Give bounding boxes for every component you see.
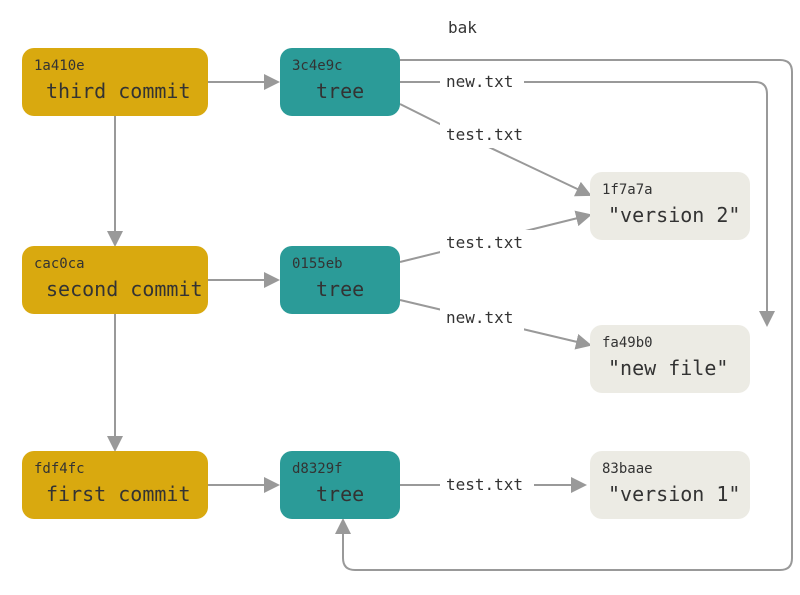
tree1-label: tree [316, 482, 364, 506]
node-commit-first: fdf4fc first commit [22, 451, 208, 519]
commit2-label: second commit [46, 277, 203, 301]
blobv1-label: "version 1" [608, 482, 740, 506]
blobv1-hash: 83baae [602, 461, 653, 477]
edge-label-tree3-new: new.txt [440, 69, 524, 95]
edge-tree3-test-to-blobv2 [400, 104, 590, 195]
edge-label-tree3-test: test.txt [440, 122, 534, 148]
node-tree-first: d8329f tree [280, 451, 400, 519]
commit3-hash: 1a410e [34, 58, 85, 74]
tree2-hash: 0155eb [292, 256, 343, 272]
svg-text:test.txt: test.txt [446, 475, 523, 494]
commit2-hash: cac0ca [34, 256, 85, 272]
edge-label-bak: bak [440, 15, 490, 41]
node-blob-version2: 1f7a7a "version 2" [590, 172, 750, 240]
blobnew-hash: fa49b0 [602, 335, 653, 351]
blobnew-label: "new file" [608, 356, 728, 380]
commit1-label: first commit [46, 482, 191, 506]
svg-text:new.txt: new.txt [446, 72, 513, 91]
tree1-hash: d8329f [292, 461, 343, 477]
svg-text:test.txt: test.txt [446, 125, 523, 144]
tree2-label: tree [316, 277, 364, 301]
node-tree-third: 3c4e9c tree [280, 48, 400, 116]
node-tree-second: 0155eb tree [280, 246, 400, 314]
svg-text:new.txt: new.txt [446, 308, 513, 327]
tree3-hash: 3c4e9c [292, 58, 343, 74]
edge-label-tree2-test: test.txt [440, 230, 534, 256]
edge-label-tree1-test: test.txt [440, 472, 534, 498]
edge-label-tree2-new: new.txt [440, 305, 524, 331]
svg-text:test.txt: test.txt [446, 233, 523, 252]
node-commit-third: 1a410e third commit [22, 48, 208, 116]
tree3-label: tree [316, 79, 364, 103]
node-blob-newfile: fa49b0 "new file" [590, 325, 750, 393]
node-blob-version1: 83baae "version 1" [590, 451, 750, 519]
commit3-label: third commit [46, 79, 191, 103]
node-commit-second: cac0ca second commit [22, 246, 208, 314]
svg-text:bak: bak [448, 18, 477, 37]
blobv2-label: "version 2" [608, 203, 740, 227]
blobv2-hash: 1f7a7a [602, 182, 653, 198]
commit1-hash: fdf4fc [34, 461, 85, 477]
